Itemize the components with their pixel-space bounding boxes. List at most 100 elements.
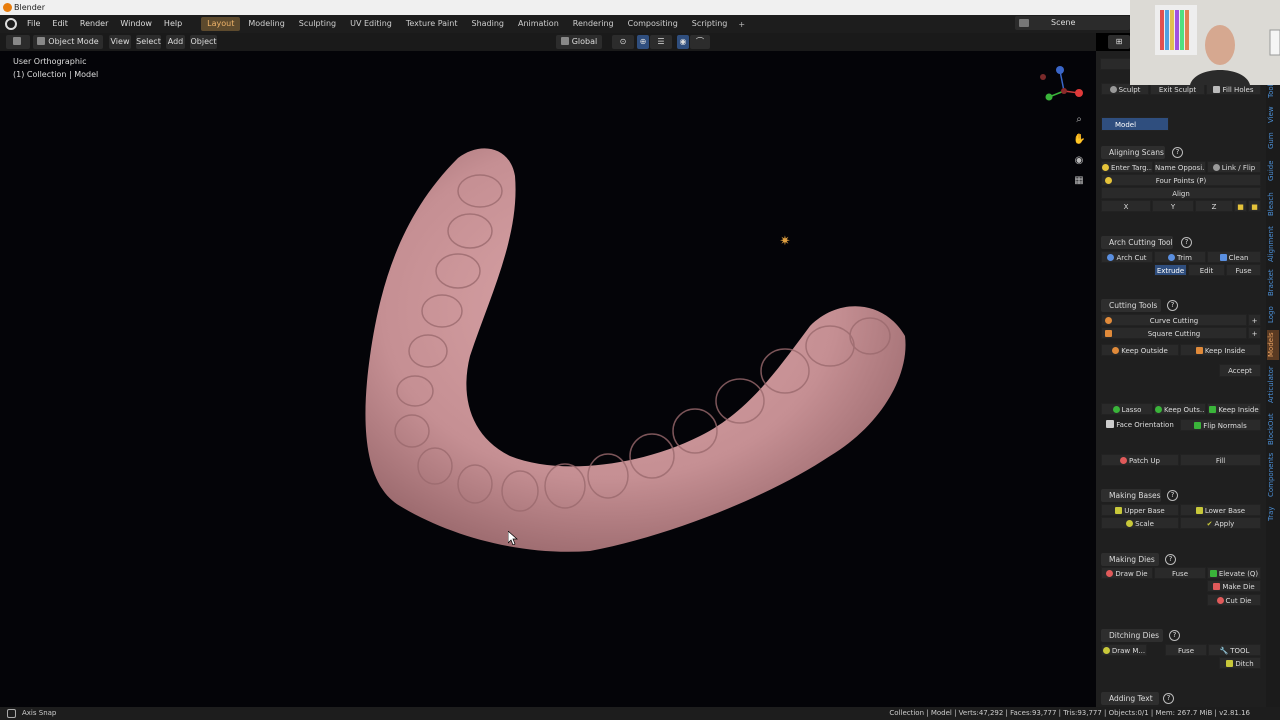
fill-button[interactable]: Fill xyxy=(1180,454,1261,466)
menu-file[interactable]: File xyxy=(21,15,46,33)
flip-normals-button[interactable]: Flip Normals xyxy=(1180,419,1261,431)
align-button[interactable]: Align xyxy=(1101,187,1261,199)
clean-button[interactable]: Clean xyxy=(1207,251,1261,263)
snap-toggle-button[interactable]: ⊕ xyxy=(637,35,649,49)
aligning-scans-header[interactable]: Aligning Scans xyxy=(1101,146,1165,159)
square-add-button[interactable]: + xyxy=(1248,327,1261,339)
navigation-gizmo[interactable] xyxy=(1040,63,1088,113)
arch-help-icon[interactable]: ? xyxy=(1181,237,1192,248)
zoom-icon[interactable]: ⌕ xyxy=(1073,114,1085,126)
editor-type-button[interactable] xyxy=(6,35,30,49)
arch-cutting-header[interactable]: Arch Cutting Tool xyxy=(1101,236,1173,249)
fuse-button[interactable]: Fuse xyxy=(1226,264,1261,276)
keep-outside-button[interactable]: Keep Outside xyxy=(1101,344,1179,356)
keep-outs-button[interactable]: Keep Outs... xyxy=(1154,403,1206,415)
trim-button[interactable]: Trim xyxy=(1154,251,1206,263)
tab-shading[interactable]: Shading xyxy=(465,17,510,31)
keep-inside-button[interactable]: Keep Inside xyxy=(1180,344,1261,356)
elevate-button[interactable]: Elevate (Q) xyxy=(1207,567,1261,579)
curve-cutting-button[interactable]: Curve Cutting xyxy=(1101,314,1247,326)
menu-render[interactable]: Render xyxy=(74,15,114,33)
menu-window[interactable]: Window xyxy=(114,15,158,33)
lock-icon[interactable]: ■ xyxy=(1234,200,1247,212)
square-cutting-button[interactable]: Square Cutting xyxy=(1101,327,1247,339)
text-help-icon[interactable]: ? xyxy=(1163,693,1174,704)
model-name-field[interactable]: Model xyxy=(1101,117,1169,131)
arch-cut-button[interactable]: Arch Cut xyxy=(1101,251,1153,263)
rotate-x-button[interactable]: X xyxy=(1101,200,1151,212)
grid-view-icon[interactable]: ▦ xyxy=(1073,175,1085,187)
menu-edit[interactable]: Edit xyxy=(46,15,74,33)
lock-all-icon[interactable]: ■ xyxy=(1248,200,1261,212)
ditching-fuse-button[interactable]: Fuse xyxy=(1165,644,1207,656)
name-opposing-button[interactable]: Name Opposi... xyxy=(1154,161,1206,173)
proportional-edit-button[interactable]: ◉ xyxy=(677,35,689,49)
sidebar-tab-guide[interactable]: Guide xyxy=(1267,158,1279,184)
tab-animation[interactable]: Animation xyxy=(512,17,565,31)
cut-die-button[interactable]: Cut Die xyxy=(1207,594,1261,606)
scale-button[interactable]: Scale xyxy=(1101,517,1179,529)
tab-scripting[interactable]: Scripting xyxy=(686,17,734,31)
aligning-help-icon[interactable]: ? xyxy=(1172,147,1183,158)
link-flip-button[interactable]: Link / Flip xyxy=(1207,161,1261,173)
transform-orientation-selector[interactable]: Global xyxy=(556,35,602,49)
ditching-dies-header[interactable]: Ditching Dies xyxy=(1101,629,1163,642)
sidebar-tab-alignment[interactable]: Alignment xyxy=(1267,224,1279,264)
lower-base-button[interactable]: Lower Base xyxy=(1180,504,1261,516)
lasso-keep-inside-button[interactable]: Keep Inside xyxy=(1207,403,1261,415)
sidebar-tab-gum[interactable]: Gum xyxy=(1267,132,1279,150)
object-menu[interactable]: Object xyxy=(190,35,217,49)
draw-margin-button[interactable]: Draw M... xyxy=(1101,644,1147,656)
select-menu[interactable]: Select xyxy=(136,35,161,49)
sidebar-tab-tray[interactable]: Tray xyxy=(1267,503,1279,525)
enter-target-button[interactable]: Enter Targ... xyxy=(1101,161,1153,173)
edit-button[interactable]: Edit xyxy=(1188,264,1225,276)
sidebar-tab-bleach[interactable]: Bleach xyxy=(1267,190,1279,218)
patch-up-button[interactable]: Patch Up xyxy=(1101,454,1179,466)
cutting-help-icon[interactable]: ? xyxy=(1167,300,1178,311)
sidebar-tab-view[interactable]: View xyxy=(1267,105,1279,125)
ditching-help-icon[interactable]: ? xyxy=(1169,630,1180,641)
face-orientation-checkbox[interactable]: Face Orientation xyxy=(1101,419,1179,431)
extrude-button[interactable]: Extrude xyxy=(1154,264,1187,276)
3d-viewport[interactable]: User Orthographic (1) Collection | Model xyxy=(0,51,1096,707)
lasso-button[interactable]: Lasso xyxy=(1101,403,1153,415)
dies-help-icon[interactable]: ? xyxy=(1165,554,1176,565)
mode-selector[interactable]: Object Mode xyxy=(33,35,103,49)
tab-texture-paint[interactable]: Texture Paint xyxy=(400,17,464,31)
adding-text-header[interactable]: Adding Text xyxy=(1101,692,1159,705)
dies-fuse-button[interactable]: Fuse xyxy=(1154,567,1206,579)
tab-compositing[interactable]: Compositing xyxy=(622,17,684,31)
making-bases-header[interactable]: Making Bases xyxy=(1101,489,1161,502)
sidebar-tab-components[interactable]: Components xyxy=(1267,452,1279,498)
curve-add-button[interactable]: + xyxy=(1248,314,1261,326)
ditch-button[interactable]: Ditch xyxy=(1219,657,1261,669)
dental-arch-model[interactable] xyxy=(340,96,920,566)
tab-rendering[interactable]: Rendering xyxy=(567,17,620,31)
cutting-tools-header[interactable]: Cutting Tools xyxy=(1101,299,1161,312)
rotate-z-button[interactable]: Z xyxy=(1195,200,1233,212)
tab-sculpting[interactable]: Sculpting xyxy=(293,17,342,31)
add-workspace-button[interactable]: + xyxy=(734,20,749,29)
tab-modeling[interactable]: Modeling xyxy=(242,17,290,31)
bases-help-icon[interactable]: ? xyxy=(1167,490,1178,501)
snap-target-button[interactable]: ☰ xyxy=(650,35,672,49)
view-menu[interactable]: View xyxy=(109,35,131,49)
apply-button[interactable]: ✔ Apply xyxy=(1180,517,1261,529)
four-points-button[interactable]: Four Points (P) xyxy=(1101,174,1261,186)
tab-layout[interactable]: Layout xyxy=(201,17,241,31)
sidebar-tab-articulator[interactable]: Articulator xyxy=(1267,364,1279,406)
making-dies-header[interactable]: Making Dies xyxy=(1101,553,1159,566)
tab-uv-editing[interactable]: UV Editing xyxy=(344,17,398,31)
make-die-button[interactable]: Make Die xyxy=(1207,580,1261,592)
proportional-falloff-button[interactable]: ⌒ xyxy=(690,35,710,49)
scene-selector[interactable]: Scene xyxy=(1015,16,1130,30)
add-menu[interactable]: Add xyxy=(166,35,185,49)
menu-help[interactable]: Help xyxy=(158,15,188,33)
light-object-icon[interactable]: ✷ xyxy=(778,235,792,249)
pan-hand-icon[interactable]: ✋ xyxy=(1073,134,1085,146)
sidebar-menu-button[interactable]: ⊞ xyxy=(1108,35,1130,49)
blender-menu-icon[interactable] xyxy=(5,18,17,30)
upper-base-button[interactable]: Upper Base xyxy=(1101,504,1179,516)
sidebar-tab-models[interactable]: Models xyxy=(1267,330,1279,360)
